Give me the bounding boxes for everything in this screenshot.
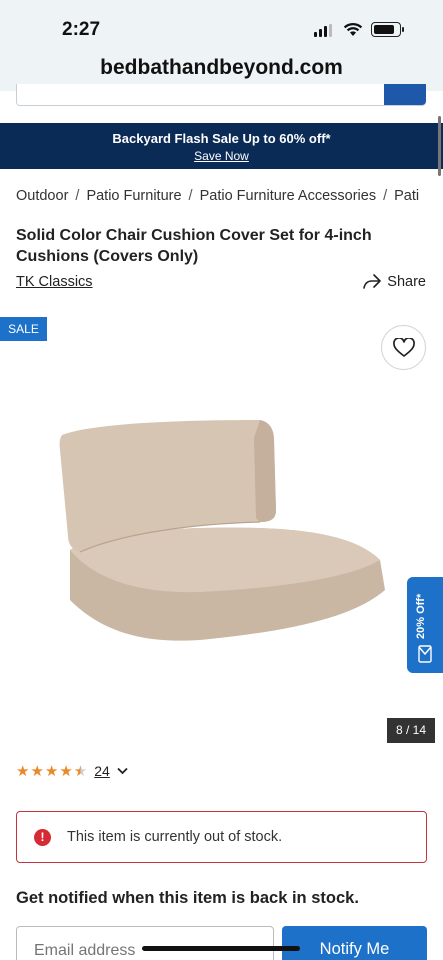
notify-me-button[interactable]: Notify Me [282, 926, 427, 960]
search-button[interactable] [384, 84, 426, 105]
image-counter: 8 / 14 [387, 718, 435, 743]
status-time: 2:27 [62, 19, 101, 40]
battery-icon [371, 22, 404, 37]
star-icon: ★ [30, 762, 44, 780]
rating-summary[interactable]: ★ ★ ★ ★ ★ 24 [16, 763, 128, 779]
breadcrumb-patio-accessories[interactable]: Patio Furniture Accessories [200, 188, 377, 204]
product-title: Solid Color Chair Cushion Cover Set for … [16, 227, 372, 265]
notify-heading: Get notified when this item is back in s… [16, 889, 359, 907]
breadcrumb-separator: / [383, 188, 388, 204]
share-icon [363, 274, 382, 289]
breadcrumb-outdoor[interactable]: Outdoor [16, 188, 68, 204]
envelope-icon [418, 645, 432, 663]
share-button[interactable]: Share [363, 274, 426, 290]
promo-title: Backyard Flash Sale Up to 60% off* [112, 131, 331, 146]
search-input[interactable] [16, 84, 426, 106]
out-of-stock-message: This item is currently out of stock. [67, 829, 283, 845]
favorite-button[interactable] [381, 325, 426, 370]
share-label: Share [387, 274, 426, 290]
address-bar-url[interactable]: bedbathandbeyond.com [0, 56, 443, 80]
promo-banner: Backyard Flash Sale Up to 60% off* Save … [0, 123, 443, 169]
save-now-link[interactable]: Save Now [194, 149, 249, 163]
browser-top-bar: 2:27 bedbathandbeyond.com [0, 0, 443, 91]
sale-badge: SALE [0, 317, 47, 341]
product-image[interactable] [50, 410, 390, 650]
home-indicator[interactable] [142, 946, 300, 951]
cellular-signal-icon [314, 24, 332, 37]
breadcrumb-separator: / [188, 188, 193, 204]
breadcrumb-patio-furniture[interactable]: Patio Furniture [86, 188, 181, 204]
scrollbar[interactable] [438, 116, 441, 176]
discount-offer-tab[interactable]: 20% Off* [407, 577, 443, 673]
wifi-icon [343, 22, 363, 36]
star-icon: ★ [44, 762, 59, 780]
half-star-icon: ★ [73, 762, 88, 780]
breadcrumb-truncated[interactable]: Pati [394, 188, 419, 204]
review-count-link[interactable]: 24 [94, 763, 110, 779]
email-field[interactable] [16, 926, 274, 960]
out-of-stock-alert: ! This item is currently out of stock. [16, 811, 427, 863]
breadcrumb: Outdoor / Patio Furniture / Patio Furniture … [16, 188, 443, 204]
breadcrumb-separator: / [75, 188, 80, 204]
star-icon: ★ [59, 762, 73, 780]
alert-icon: ! [34, 828, 51, 846]
star-icon: ★ [16, 762, 30, 780]
offer-label: 20% Off* [415, 593, 427, 639]
heart-icon [392, 337, 415, 357]
chevron-down-icon[interactable] [117, 767, 128, 775]
brand-link[interactable]: TK Classics [16, 274, 93, 290]
